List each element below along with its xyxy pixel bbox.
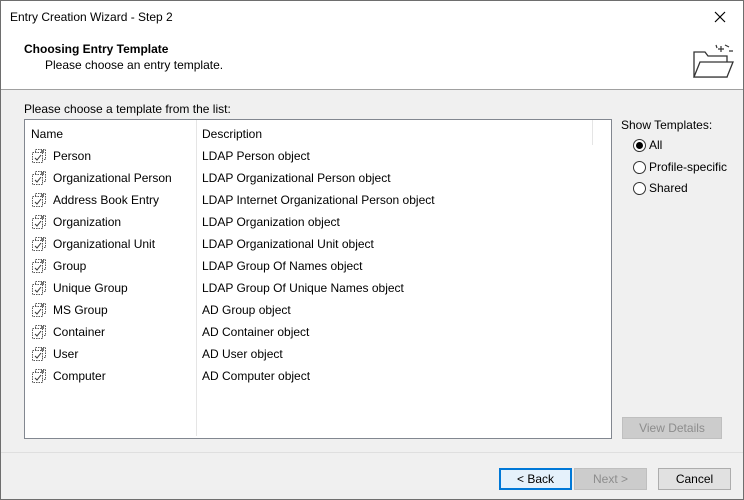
cancel-button[interactable]: Cancel	[658, 468, 731, 490]
template-icon	[32, 303, 46, 317]
column-divider[interactable]	[592, 120, 593, 145]
template-description: LDAP Internet Organizational Person obje…	[202, 193, 435, 207]
template-description: LDAP Person object	[202, 149, 310, 163]
template-icon	[32, 237, 46, 251]
template-description: LDAP Organizational Person object	[202, 171, 391, 185]
next-button[interactable]: Next >	[574, 468, 647, 490]
template-name: Person	[53, 149, 92, 163]
column-header-description[interactable]: Description	[202, 127, 262, 141]
window-title: Entry Creation Wizard - Step 2	[10, 10, 173, 24]
radio-label: Shared	[649, 181, 688, 195]
template-name: Organizational Person	[53, 171, 172, 185]
template-icon	[32, 215, 46, 229]
open-folder-icon	[693, 44, 734, 78]
list-rows: Person LDAP Person object Organizational P…	[25, 145, 611, 387]
template-row[interactable]: Organizational Person LDAP Organizational…	[25, 167, 611, 189]
template-description: AD Container object	[202, 325, 310, 339]
template-name: Computer	[53, 369, 106, 383]
template-name: Unique Group	[53, 281, 128, 295]
template-row[interactable]: Group LDAP Group Of Names object	[25, 255, 611, 277]
template-row[interactable]: Organization LDAP Organization object	[25, 211, 611, 233]
show-templates-label: Show Templates:	[621, 118, 713, 132]
template-name: MS Group	[53, 303, 108, 317]
list-header: Name Description	[25, 120, 611, 145]
template-row[interactable]: MS Group AD Group object	[25, 299, 611, 321]
wizard-header: Choosing Entry Template Please choose an…	[1, 32, 743, 90]
template-icon	[32, 325, 46, 339]
radio-indicator	[633, 138, 646, 152]
header-subtitle: Please choose an entry template.	[45, 58, 224, 72]
radio-label: Profile-specific	[649, 160, 728, 174]
template-icon	[32, 171, 46, 185]
radio-indicator	[633, 160, 646, 174]
column-header-name[interactable]: Name	[31, 127, 63, 141]
template-description: AD User object	[202, 347, 283, 361]
template-row[interactable]: Unique Group LDAP Group Of Unique Names o…	[25, 277, 611, 299]
radio-label: All	[649, 138, 663, 152]
template-row[interactable]: Organizational Unit LDAP Organizational U…	[25, 233, 611, 255]
template-description: LDAP Group Of Unique Names object	[202, 281, 404, 295]
title-bar: Entry Creation Wizard - Step 2	[1, 1, 743, 32]
template-icon	[32, 193, 46, 207]
radio-all[interactable]: All	[633, 137, 662, 153]
back-button[interactable]: < Back	[499, 468, 572, 490]
template-description: LDAP Organization object	[202, 215, 340, 229]
header-title: Choosing Entry Template	[24, 42, 169, 56]
template-icon	[32, 347, 46, 361]
template-name: Group	[53, 259, 87, 273]
template-icon	[32, 149, 46, 163]
wizard-window: Entry Creation Wizard - Step 2 Choosing …	[0, 0, 744, 500]
view-details-button[interactable]: View Details	[622, 417, 722, 439]
radio-profile-specific[interactable]: Profile-specific	[633, 159, 727, 175]
template-row[interactable]: Computer AD Computer object	[25, 365, 611, 387]
template-list-label: Please choose a template from the list:	[24, 102, 231, 116]
template-name: Organizational Unit	[53, 237, 156, 251]
template-name: User	[53, 347, 79, 361]
template-row[interactable]: Container AD Container object	[25, 321, 611, 343]
template-icon	[32, 369, 46, 383]
close-button[interactable]	[697, 1, 743, 32]
radio-indicator	[633, 181, 646, 195]
template-row[interactable]: Address Book Entry LDAP Internet Organiza…	[25, 189, 611, 211]
template-row[interactable]: User AD User object	[25, 343, 611, 365]
template-row[interactable]: Person LDAP Person object	[25, 145, 611, 167]
footer-divider	[1, 452, 743, 453]
template-name: Address Book Entry	[53, 193, 160, 207]
close-icon	[714, 11, 726, 22]
template-description: LDAP Group Of Names object	[202, 259, 363, 273]
radio-shared[interactable]: Shared	[633, 180, 688, 196]
template-list[interactable]: Name Description Person LDAP Person objec…	[24, 119, 612, 439]
template-description: AD Group object	[202, 303, 291, 317]
template-icon	[32, 281, 46, 295]
template-description: AD Computer object	[202, 369, 311, 383]
template-description: LDAP Organizational Unit object	[202, 237, 374, 251]
template-name: Container	[53, 325, 106, 339]
template-icon	[32, 259, 46, 273]
template-name: Organization	[53, 215, 122, 229]
